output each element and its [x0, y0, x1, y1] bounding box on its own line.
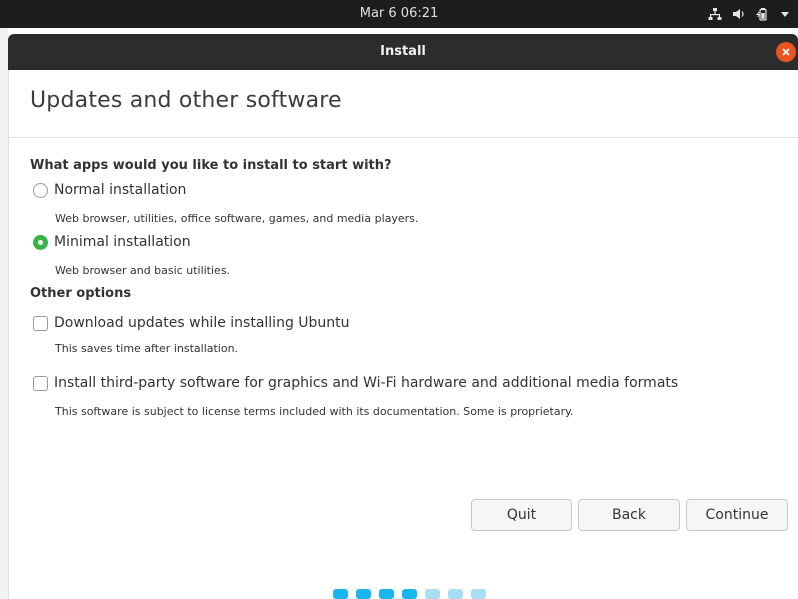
other-options-heading: Other options: [30, 286, 132, 301]
window-title: Install: [380, 44, 426, 59]
third-party-software-checkbox[interactable]: Install third-party software for graphic…: [33, 375, 678, 391]
back-button[interactable]: Back: [578, 499, 680, 531]
progress-step-pending: [425, 589, 440, 599]
third-party-software-label[interactable]: Install third-party software for graphic…: [54, 375, 678, 391]
progress-step-pending: [448, 589, 463, 599]
chevron-down-icon[interactable]: [780, 9, 790, 19]
installer-content: Updates and other software What apps wou…: [8, 70, 798, 599]
third-party-software-description: This software is subject to license term…: [55, 405, 574, 418]
radio-unchecked-icon[interactable]: [33, 182, 48, 198]
download-updates-label[interactable]: Download updates while installing Ubuntu: [54, 315, 350, 331]
progress-step-complete: [379, 589, 394, 599]
system-tray[interactable]: [708, 0, 790, 28]
minimal-installation-description: Web browser and basic utilities.: [55, 264, 231, 277]
window-titlebar[interactable]: Install: [8, 34, 798, 70]
top-panel: Mar 6 06:21: [0, 0, 798, 28]
desktop-background: [0, 28, 8, 599]
minimal-installation-radio[interactable]: Minimal installation: [33, 234, 191, 250]
minimal-installation-label[interactable]: Minimal installation: [54, 234, 191, 250]
normal-installation-description: Web browser, utilities, office software,…: [55, 212, 419, 225]
page-title: Updates and other software: [30, 88, 342, 113]
progress-step-complete: [402, 589, 417, 599]
radio-checked-icon[interactable]: [33, 234, 48, 250]
normal-installation-radio[interactable]: Normal installation: [33, 182, 186, 198]
download-updates-description: This saves time after installation.: [55, 342, 239, 355]
clock[interactable]: Mar 6 06:21: [0, 0, 798, 28]
progress-dots: [333, 589, 486, 599]
close-window-button[interactable]: [776, 42, 796, 62]
normal-installation-label[interactable]: Normal installation: [54, 182, 186, 198]
checkbox-unchecked-icon[interactable]: [33, 315, 48, 331]
progress-step-complete: [356, 589, 371, 599]
progress-step-pending: [471, 589, 486, 599]
network-icon[interactable]: [708, 7, 722, 21]
volume-icon[interactable]: [732, 7, 746, 21]
quit-button[interactable]: Quit: [471, 499, 572, 531]
close-icon: [782, 48, 790, 56]
divider: [9, 137, 798, 138]
download-updates-checkbox[interactable]: Download updates while installing Ubuntu: [33, 315, 350, 331]
continue-button[interactable]: Continue: [686, 499, 788, 531]
checkbox-unchecked-icon[interactable]: [33, 375, 48, 391]
progress-step-complete: [333, 589, 348, 599]
install-question: What apps would you like to install to s…: [30, 158, 392, 173]
battery-icon[interactable]: [756, 7, 770, 21]
